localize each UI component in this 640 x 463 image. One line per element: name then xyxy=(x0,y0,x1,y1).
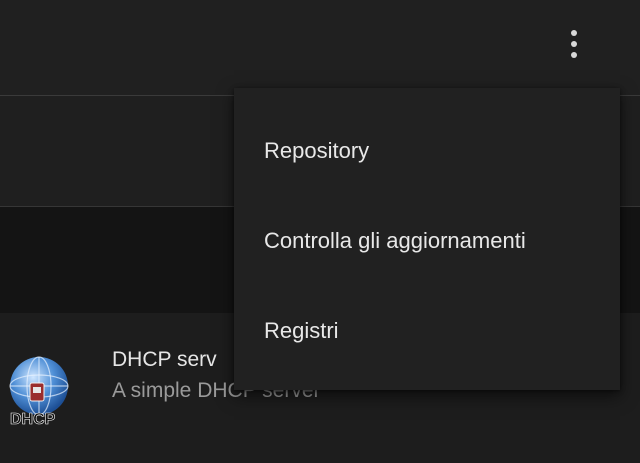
menu-item-check-updates[interactable]: Controlla gli aggiornamenti xyxy=(234,196,620,286)
menu-item-repository[interactable]: Repository xyxy=(234,106,620,196)
more-vert-icon xyxy=(571,30,577,36)
app-title: DHCP serv xyxy=(112,348,217,371)
overflow-menu: Repository Controlla gli aggiornamenti R… xyxy=(234,88,620,390)
app-window: DHCP DHCP serv A simple DHCP server Repo… xyxy=(0,0,640,463)
dhcp-icon-label: DHCP xyxy=(10,411,56,427)
overflow-menu-button[interactable] xyxy=(555,22,593,66)
more-vert-icon-dot xyxy=(571,41,577,47)
dhcp-globe-icon: DHCP xyxy=(9,356,69,427)
menu-item-logs[interactable]: Registri xyxy=(234,286,620,376)
top-app-bar xyxy=(0,0,640,96)
more-vert-icon-dot xyxy=(571,52,577,58)
